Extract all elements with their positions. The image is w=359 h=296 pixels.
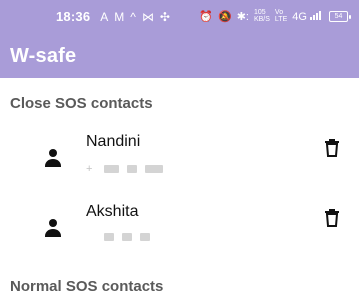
masked-phone-segment xyxy=(122,233,132,241)
volte-indicator: Vo LTE xyxy=(275,9,287,23)
battery-level: 54 xyxy=(329,11,348,22)
person-icon xyxy=(41,216,65,240)
sos-contacts-screen: 18:36 A M ^ ⋈ ✣ ⏰ 🔕 ✱: 105 KB/S Vo LTE 4… xyxy=(0,0,359,296)
masked-phone-segment xyxy=(127,165,137,173)
masked-phone-segment xyxy=(104,165,119,173)
normal-sos-contacts-title: Normal SOS contacts xyxy=(10,278,164,295)
contact-name: Akshita xyxy=(86,203,139,220)
network-speed-value: 105 xyxy=(253,8,266,16)
signal-text: 4G xyxy=(292,11,307,23)
person-icon xyxy=(41,146,65,170)
volte-label: Vo xyxy=(274,8,284,16)
phone-prefix: + xyxy=(86,163,93,175)
close-sos-contacts-title: Close SOS contacts xyxy=(10,95,153,112)
silent-icon: 🔕 xyxy=(217,11,232,23)
bluetooth-icon: ✱: xyxy=(236,11,249,23)
app-title: W-safe xyxy=(10,45,77,67)
status-time: 18:36 xyxy=(56,9,91,24)
signal-icon xyxy=(310,11,321,20)
network-speed-unit: KB/S xyxy=(253,15,270,23)
masked-phone-segment xyxy=(145,165,163,173)
lte-label: LTE xyxy=(274,15,288,23)
delete-icon[interactable] xyxy=(321,137,343,159)
status-fan-icon: ✣ xyxy=(159,9,170,24)
status-link-icon: ⋈ xyxy=(141,9,154,24)
status-left-icons: A M ^ ⋈ ✣ xyxy=(100,10,170,24)
status-bar: 18:36 A M ^ ⋈ ✣ ⏰ 🔕 ✱: 105 KB/S Vo LTE 4… xyxy=(0,0,359,33)
network-speed: 105 KB/S xyxy=(254,9,270,23)
signal-indicator: 4G xyxy=(292,10,324,23)
status-up-arrow-icon: ^ xyxy=(130,9,136,24)
masked-phone-segment xyxy=(104,233,114,241)
masked-phone-segment xyxy=(140,233,150,241)
contact-name: Nandini xyxy=(86,133,141,150)
battery-indicator: 54 xyxy=(329,11,351,22)
contact-row: Akshita xyxy=(0,203,359,265)
battery-cap-icon xyxy=(349,14,351,19)
contact-row: Nandini + xyxy=(0,133,359,195)
delete-icon[interactable] xyxy=(321,207,343,229)
status-app-icon: A xyxy=(100,9,109,24)
contact-phone xyxy=(86,233,150,241)
contact-phone: + xyxy=(86,163,163,175)
status-right-icons: ⏰ 🔕 ✱: 105 KB/S Vo LTE 4G 54 xyxy=(199,0,351,33)
alarm-icon: ⏰ xyxy=(199,11,213,23)
status-mail-icon: M xyxy=(114,9,125,24)
app-bar: W-safe xyxy=(0,33,359,78)
